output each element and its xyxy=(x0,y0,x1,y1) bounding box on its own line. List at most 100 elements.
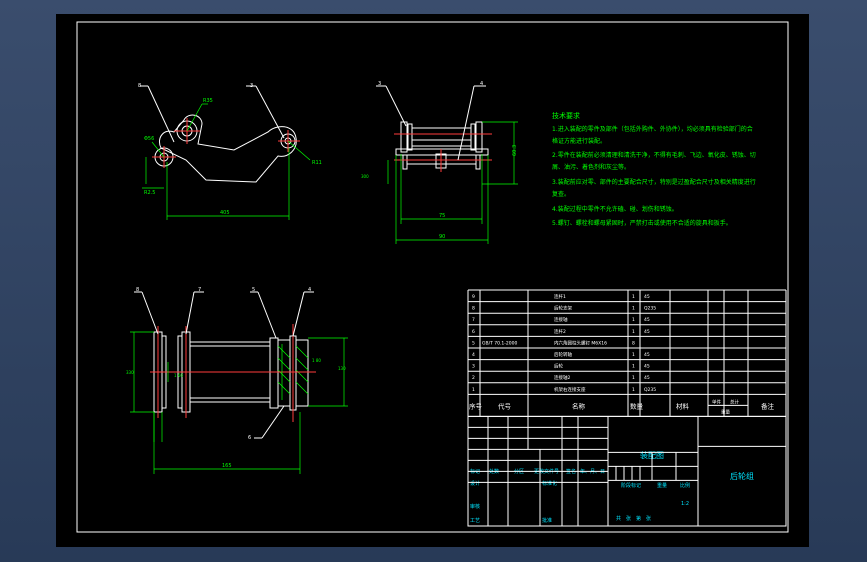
cell-no: 4 xyxy=(472,352,475,358)
cell-no: 7 xyxy=(472,317,475,323)
cell-no: 3 xyxy=(472,364,475,370)
tb-approve: 批准 xyxy=(542,517,552,524)
cell-qty: 8 xyxy=(632,340,635,346)
cell-qty: 1 xyxy=(632,352,635,358)
tb-design: 设计 xyxy=(470,480,480,487)
header-name: 名称 xyxy=(572,401,586,410)
table-row: 7 连接轴 1 45 xyxy=(472,316,650,323)
header-qty: 数量 xyxy=(630,401,644,410)
tech-req-line: 3.装配前应对零、部件的主要配合尺寸，特别是过盈配合尺寸及相关精度进行 xyxy=(552,178,756,186)
dim-r25: R2.5 xyxy=(144,190,155,196)
tech-req-line: 4.装配过程中零件不允许磕、碰、划伤和锈蚀。 xyxy=(552,205,678,213)
drawing-canvas: 405 R2.5 R35 Φ56 R11 8 3 75 90 60.3 300 … xyxy=(76,21,789,533)
tech-req-line: 1.进入装配的零件及部件（包括外购件、外协件），均必须具有检验部门的合 xyxy=(552,125,753,133)
cell-no: 2 xyxy=(472,375,475,381)
cell-no: 1 xyxy=(472,387,475,393)
title-block: 装配图 后轮组 标记 处数 分区 更改文件号 签名 年、月、日 设计 标准化 阶… xyxy=(467,415,787,527)
dim-300: 300 xyxy=(361,174,369,179)
parts-list: 9 连杆1 1 45 8 后轮支架 1 Q235 7 连接轴 1 45 6 连杆2 1 45 5 GB/T 70.… xyxy=(467,289,787,417)
table-row: 3 后轮 1 45 xyxy=(472,363,650,370)
table-row: 2 连接轴2 1 45 xyxy=(472,374,650,381)
wheel-left-plate xyxy=(269,337,279,409)
tech-req-line: 5.螺钉、螺栓和螺母紧固时，严禁打击或使用不合适的旋具和扳手。 xyxy=(552,219,732,227)
table-row: 1 机架右连接支座 1 Q235 xyxy=(472,386,656,393)
cell-mat: 45 xyxy=(644,329,650,335)
balloon-8: 8 xyxy=(138,83,141,89)
header-no: 序号 xyxy=(469,401,483,410)
dim-165: 165 xyxy=(222,463,232,469)
header-mat: 材料 xyxy=(676,401,690,410)
bracket-outline xyxy=(159,114,297,183)
dim-phi56: Φ56 xyxy=(144,136,154,142)
balloon-3: 3 xyxy=(250,83,253,89)
dim-130: 130 xyxy=(338,366,346,371)
cell-qty: 1 xyxy=(632,317,635,323)
drawing-border xyxy=(76,21,789,533)
cell-name: 连接轴 xyxy=(554,316,568,323)
cell-name: 后轮 xyxy=(554,363,563,370)
cell-qty: 1 xyxy=(632,375,635,381)
tb-std: 标准化 xyxy=(542,480,557,487)
table-row: 4 后轮转轴 1 45 xyxy=(472,351,650,358)
cell-name: 机架右连接支座 xyxy=(554,386,586,393)
view-3-front: 330 1 60 1 80 130 165 8 7 5 4 6 xyxy=(126,287,348,474)
table-row: 6 连杆2 1 45 xyxy=(472,328,650,335)
cell-qty: 1 xyxy=(632,364,635,370)
tech-req-line: 2.零件在装配前必须清理和清洗干净，不得有毛刺、飞边、氧化皮、锈蚀、切 xyxy=(552,151,756,159)
cell-mat: Q235 xyxy=(644,387,656,393)
cad-viewport[interactable]: 405 R2.5 R35 Φ56 R11 8 3 75 90 60.3 300 … xyxy=(56,14,809,547)
cell-no: 8 xyxy=(472,306,475,312)
tb-scale-label: 比例 xyxy=(680,482,690,489)
cell-no: 5 xyxy=(472,340,475,346)
header-total: 总计 xyxy=(730,398,739,405)
part-group-name: 后轮组 xyxy=(730,471,754,481)
wheel-right xyxy=(295,339,309,407)
cell-name: 连杆2 xyxy=(554,328,566,335)
cell-name: 后轮转轴 xyxy=(554,351,572,358)
tech-req-title: 技术要求 xyxy=(552,111,580,120)
table-row: 8 后轮支架 1 Q235 xyxy=(472,305,656,312)
header-code: 代号 xyxy=(498,401,512,410)
cell-mat: 45 xyxy=(644,375,650,381)
balloon-v3-6: 6 xyxy=(248,435,251,441)
balloon-v3-8: 8 xyxy=(136,287,139,293)
cell-name: 后轮支架 xyxy=(554,305,572,312)
cell-code: GB/T 70.1-2000 xyxy=(482,340,518,346)
dim-90: 90 xyxy=(439,234,445,240)
dim-60-3: 60.3 xyxy=(512,145,518,156)
cell-qty: 1 xyxy=(632,387,635,393)
view-2-top: 75 90 60.3 300 3 4 xyxy=(361,81,518,244)
cell-qty: 1 xyxy=(632,329,635,335)
dim-r35: R35 xyxy=(203,98,213,104)
cell-name: 连接轴2 xyxy=(554,374,570,381)
tech-req-line: 屑、油污、着色剂和灰尘等。 xyxy=(552,163,630,171)
dim-75: 75 xyxy=(439,213,445,219)
table-row: 5 GB/T 70.1-2000 内六角圆柱头螺钉 M6X16 8 xyxy=(472,339,635,346)
tb-audit: 审核 xyxy=(470,503,480,510)
technical-requirements: 技术要求 1.进入装配的零件及部件（包括外购件、外协件），均必须具有检验部门的合… xyxy=(552,111,756,227)
header-note: 备注 xyxy=(761,401,775,410)
header-unit: 单件 xyxy=(712,398,721,405)
balloon-v3-7: 7 xyxy=(198,287,201,293)
cell-mat: 45 xyxy=(644,294,650,300)
dim-1-60: 1 60 xyxy=(174,373,183,378)
cell-qty: 1 xyxy=(632,294,635,300)
balloon-v2-3: 3 xyxy=(378,81,381,87)
balloon-v3-5: 4 xyxy=(308,287,311,293)
header-weight: 重量 xyxy=(721,408,730,415)
cell-no: 9 xyxy=(472,294,475,300)
dim-r11: R11 xyxy=(312,160,322,166)
tech-req-line: 格证方能进行装配。 xyxy=(552,137,606,145)
dim-405: 405 xyxy=(220,210,230,216)
cell-name: 连杆1 xyxy=(554,293,566,300)
cell-mat: Q235 xyxy=(644,306,656,312)
balloon-v2-4: 4 xyxy=(480,81,483,87)
tb-weight: 重量 xyxy=(657,482,667,489)
balloon-v3-4: 5 xyxy=(252,287,255,293)
tb-process: 工艺 xyxy=(470,518,480,524)
cell-no: 6 xyxy=(472,329,475,335)
cell-mat: 45 xyxy=(644,364,650,370)
tb-sheets: 共 张 第 张 xyxy=(616,515,651,522)
wheel-left xyxy=(277,339,291,407)
cell-name: 内六角圆柱头螺钉 M6X16 xyxy=(554,339,607,346)
